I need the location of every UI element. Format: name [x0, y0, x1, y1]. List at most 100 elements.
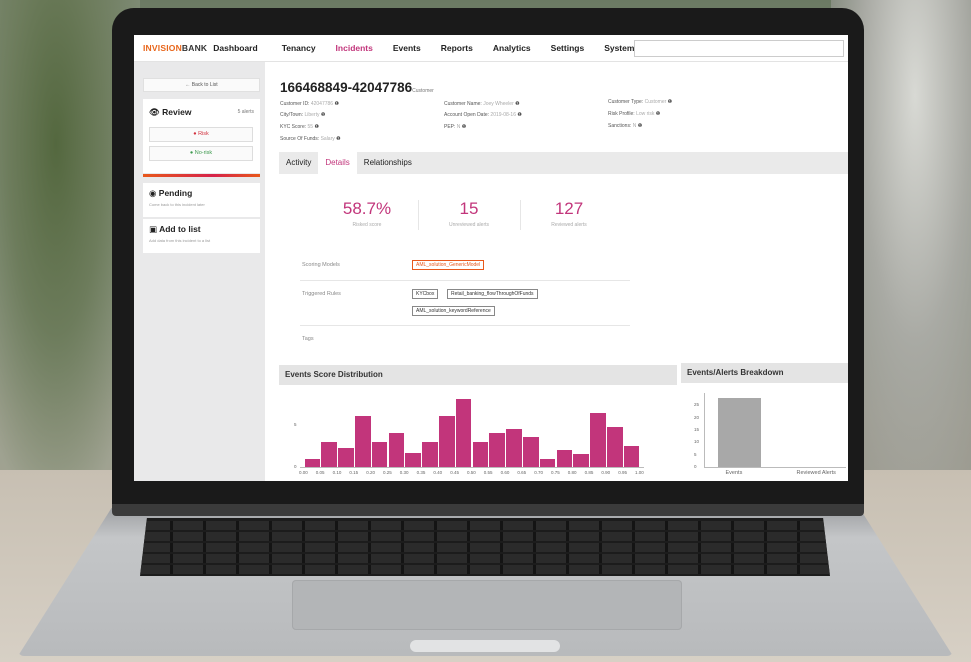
x-tick-label: 0.25 [383, 470, 392, 475]
laptop-trackpad [292, 580, 682, 630]
search-input[interactable] [634, 39, 844, 57]
add-to-list-button[interactable]: ▣ Add to list Add data from this inciden… [143, 219, 260, 253]
row-divider [300, 325, 630, 326]
histogram-bar[interactable] [405, 452, 422, 467]
x-tick-label: 0.30 [399, 470, 409, 475]
histogram-bar[interactable] [623, 445, 640, 467]
laptop-hinge [112, 504, 864, 516]
histogram-bar[interactable] [590, 413, 606, 467]
category-label: Reviewed Alerts [796, 470, 836, 476]
histogram-bar[interactable] [438, 416, 455, 467]
stat-risk-score: 58.7% Risked score [342, 199, 392, 228]
field-source-of-funds: Source Of Funds: Salary ❶ [280, 136, 341, 142]
stat-divider [418, 200, 419, 230]
row-divider [300, 280, 630, 281]
breakdown-bar[interactable] [718, 397, 761, 467]
y-tick-label: 0 [294, 464, 297, 469]
histogram-bar[interactable] [354, 416, 371, 467]
laptop-screen: INVISIONBANK Dashboard Tenancy Incidents… [134, 35, 848, 481]
y-tick-label: 5 [294, 421, 297, 427]
rule-tag[interactable]: KYCbox [412, 289, 439, 299]
nav-system[interactable]: System [604, 43, 634, 53]
rule-tag[interactable]: AML_solution_keywordReference [412, 306, 495, 316]
histogram-bar[interactable] [472, 441, 489, 467]
field-city: City/Town: Liberty ❶ [280, 112, 326, 118]
field-sanctions: Sanctions: N ❶ [608, 123, 643, 129]
triggered-rules-label: Triggered Rules [302, 291, 341, 297]
x-tick-label: 0.05 [315, 470, 325, 475]
nav-events[interactable]: Events [393, 43, 421, 53]
y-tick-label: 20 [694, 414, 700, 420]
nav-analytics[interactable]: Analytics [493, 43, 531, 53]
nav-incidents[interactable]: Incidents [336, 43, 373, 53]
eye-icon: 👁 [149, 107, 163, 117]
tab-details[interactable]: Details [318, 152, 357, 174]
events-breakdown-header: Events/Alerts Breakdown [681, 363, 848, 383]
histogram-bar[interactable] [556, 450, 573, 467]
incident-sidebar: ← Back to List 👁 Review 5 alerts ● Risk … [134, 62, 265, 481]
histogram-bar[interactable] [489, 433, 506, 467]
histogram-bar[interactable] [606, 427, 623, 467]
scoring-models-label: Scoring Models [302, 262, 340, 268]
histogram-bar[interactable] [422, 441, 438, 467]
no-risk-button[interactable]: ● No-risk [149, 146, 253, 161]
histogram-bar[interactable] [388, 433, 405, 467]
x-tick-label: 0.80 [567, 470, 577, 475]
field-customer-id: Customer ID: 42047786 ❶ [280, 101, 339, 107]
nav-settings[interactable]: Settings [551, 43, 585, 53]
x-tick-label: 0.90 [601, 470, 611, 475]
x-tick-label: 0.65 [517, 470, 527, 475]
stat-reviewed-alerts: 127 Reviewed alerts [551, 199, 587, 228]
histogram-bar[interactable] [455, 399, 472, 467]
rule-tag[interactable]: Retail_banking_flowThroughOfFunds [447, 289, 538, 299]
review-card: 👁 Review 5 alerts ● Risk ● No-risk [143, 99, 260, 173]
histogram-bar[interactable] [506, 428, 522, 467]
histogram-bar[interactable] [304, 458, 321, 467]
histogram-bar[interactable] [573, 454, 590, 467]
nav-reports[interactable]: Reports [441, 43, 473, 53]
histogram-bar[interactable] [338, 448, 354, 467]
laptop-notch [410, 640, 560, 652]
x-tick-label: 0.15 [349, 470, 359, 475]
nav-tenancy[interactable]: Tenancy [282, 43, 316, 53]
y-tick-label: 10 [694, 439, 700, 445]
field-account-open-date: Account Open Date: 2019-08-16 ❶ [444, 112, 522, 118]
x-axis-line [300, 467, 644, 468]
laptop-keyboard [140, 518, 830, 576]
field-customer-type: Customer Type: Customer ❶ [608, 99, 673, 105]
x-tick-label: 0.85 [584, 470, 594, 475]
x-tick-label: 0.95 [618, 470, 627, 475]
clipboard-icon: ▣ [149, 224, 160, 234]
y-tick-label: 15 [694, 427, 700, 432]
top-navbar: INVISIONBANK Dashboard Tenancy Incidents… [134, 35, 848, 62]
brand-logo[interactable]: INVISIONBANK [134, 43, 207, 53]
category-label: Events [725, 470, 743, 476]
tab-activity[interactable]: Activity [279, 152, 318, 174]
score-distribution-chart: 0 5 0.00 0.05 0.10 0.15 0.20 0.25 0.30 0.35 0.40 0.… [284, 387, 674, 481]
nav-dashboard[interactable]: Dashboard [213, 43, 257, 53]
histogram-bar[interactable] [371, 441, 388, 467]
histogram-bar[interactable] [539, 458, 556, 467]
review-title: 👁 Review [149, 107, 192, 117]
y-axis-line [704, 393, 705, 467]
x-tick-label: 0.70 [534, 470, 543, 475]
risk-button[interactable]: ● Risk [149, 127, 253, 142]
pending-button[interactable]: ◉ Pending Come back to this incident lat… [143, 183, 260, 217]
x-tick-label: 0.50 [467, 470, 476, 475]
scoring-model-tag[interactable]: AML_solution_GenericModel [412, 260, 485, 270]
risk-gradient-bar [143, 174, 260, 177]
incident-tabs: Activity Details Relationships [279, 152, 848, 174]
histogram-bar[interactable] [522, 437, 539, 467]
review-count: 5 alerts [237, 109, 254, 115]
x-tick-label: 0.35 [416, 470, 426, 475]
x-tick-label: 0.20 [366, 470, 375, 475]
y-tick-label: 25 [694, 402, 700, 408]
histogram-bar[interactable] [321, 441, 338, 467]
x-tick-label: 0.45 [450, 470, 459, 475]
x-tick-label: 0.40 [433, 470, 443, 475]
tab-relationships[interactable]: Relationships [357, 152, 419, 174]
back-to-list-button[interactable]: ← Back to List [143, 78, 260, 92]
x-axis-line [704, 467, 846, 468]
clock-icon: ◉ [149, 188, 159, 198]
tags-label: Tags [302, 336, 314, 342]
